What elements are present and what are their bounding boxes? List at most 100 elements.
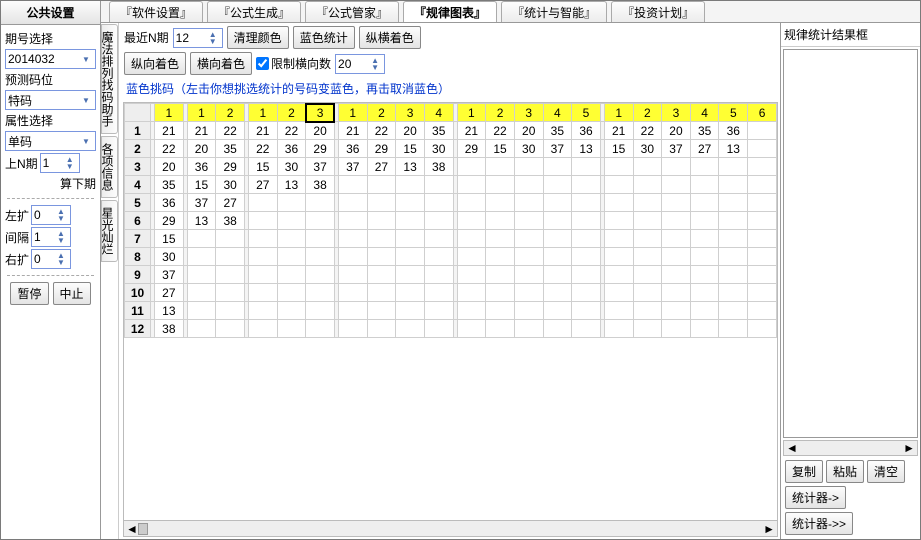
tab-invest-plan[interactable]: 『投资计划』 (611, 1, 705, 22)
grid-cell[interactable] (604, 284, 633, 302)
grid-cell[interactable] (396, 194, 425, 212)
grid-cell[interactable] (514, 230, 543, 248)
grid-cell[interactable] (719, 320, 748, 338)
h-color-button[interactable]: 横向着色 (190, 52, 252, 75)
stop-button[interactable]: 中止 (53, 282, 91, 305)
grid-cell[interactable]: 36 (572, 122, 601, 140)
grid-cell[interactable] (424, 212, 453, 230)
attr-select[interactable]: 单码 ▼ (5, 131, 96, 151)
grid-cell[interactable] (248, 302, 277, 320)
grid-cell[interactable] (604, 320, 633, 338)
predict-select[interactable]: 特码 ▼ (5, 90, 96, 110)
grid-cell[interactable] (338, 212, 367, 230)
scroll-left-icon[interactable]: ◄ (786, 441, 798, 455)
calc-right-button[interactable]: 统计器->> (785, 512, 853, 535)
grid-cell[interactable] (187, 284, 216, 302)
grid-cell[interactable] (187, 248, 216, 266)
grid-cell[interactable]: 22 (277, 122, 306, 140)
grid-header-cell[interactable]: 2 (486, 104, 515, 122)
grid-cell[interactable] (748, 284, 777, 302)
grid-cell[interactable] (543, 194, 572, 212)
grid-cell[interactable] (572, 194, 601, 212)
grid-cell[interactable] (690, 248, 719, 266)
grid-cell[interactable]: 22 (367, 122, 396, 140)
grid-cell[interactable] (277, 230, 306, 248)
grid-cell[interactable] (457, 248, 486, 266)
grid-cell[interactable] (748, 320, 777, 338)
grid-cell[interactable] (514, 320, 543, 338)
grid-cell[interactable] (367, 176, 396, 194)
grid-cell[interactable] (572, 266, 601, 284)
grid-cell[interactable] (338, 266, 367, 284)
gap-input[interactable]: 1 ▲▼ (31, 227, 71, 247)
grid-cell[interactable]: 30 (633, 140, 662, 158)
grid-cell[interactable] (719, 158, 748, 176)
grid-header-cell[interactable]: 5 (719, 104, 748, 122)
grid-cell[interactable]: 30 (216, 176, 245, 194)
grid-cell[interactable] (396, 212, 425, 230)
grid-rowhead[interactable]: 2 (125, 140, 151, 158)
right-ext-input[interactable]: 0 ▲▼ (31, 249, 71, 269)
grid-cell[interactable]: 15 (248, 158, 277, 176)
grid-header-cell[interactable]: 4 (424, 104, 453, 122)
grid-cell[interactable] (633, 320, 662, 338)
grid-rowhead[interactable]: 4 (125, 176, 151, 194)
grid-cell[interactable] (338, 320, 367, 338)
grid-cell[interactable] (248, 320, 277, 338)
grid-cell[interactable] (457, 194, 486, 212)
grid-cell[interactable]: 37 (543, 140, 572, 158)
grid-cell[interactable] (514, 194, 543, 212)
grid-cell[interactable] (514, 212, 543, 230)
grid-cell[interactable] (306, 248, 335, 266)
grid-cell[interactable] (396, 266, 425, 284)
grid-cell[interactable] (543, 284, 572, 302)
grid-cell[interactable] (662, 266, 691, 284)
grid-cell[interactable] (604, 230, 633, 248)
grid-cell[interactable] (662, 158, 691, 176)
result-textarea[interactable] (783, 49, 918, 438)
grid-cell[interactable]: 30 (424, 140, 453, 158)
grid-cell[interactable]: 21 (604, 122, 633, 140)
grid-cell[interactable] (748, 212, 777, 230)
grid-cell[interactable] (187, 302, 216, 320)
grid-cell[interactable] (514, 248, 543, 266)
grid-cell[interactable] (514, 302, 543, 320)
grid-cell[interactable] (187, 320, 216, 338)
grid-cell[interactable] (277, 212, 306, 230)
grid-cell[interactable] (486, 320, 515, 338)
grid-header-cell[interactable]: 3 (514, 104, 543, 122)
grid-cell[interactable] (396, 284, 425, 302)
grid-cell[interactable] (719, 302, 748, 320)
grid-cell[interactable] (306, 230, 335, 248)
grid-cell[interactable]: 29 (306, 140, 335, 158)
grid-rowhead[interactable]: 11 (125, 302, 151, 320)
grid-cell[interactable] (367, 266, 396, 284)
grid-cell[interactable] (662, 176, 691, 194)
tab-stats-ai[interactable]: 『统计与智能』 (501, 1, 607, 22)
grid-cell[interactable]: 36 (719, 122, 748, 140)
grid-header-cell[interactable]: 4 (543, 104, 572, 122)
grid-cell[interactable]: 36 (277, 140, 306, 158)
grid-cell[interactable] (604, 194, 633, 212)
grid-cell[interactable] (338, 248, 367, 266)
grid-cell[interactable] (633, 212, 662, 230)
grid-cell[interactable] (633, 302, 662, 320)
grid-header-cell[interactable]: 5 (572, 104, 601, 122)
grid-cell[interactable] (424, 176, 453, 194)
grid-header-cell[interactable]: 2 (633, 104, 662, 122)
grid-header-cell[interactable]: 1 (187, 104, 216, 122)
grid-cell[interactable] (543, 320, 572, 338)
grid-cell[interactable] (748, 194, 777, 212)
left-ext-input[interactable]: 0 ▲▼ (31, 205, 71, 225)
grid-cell[interactable] (306, 284, 335, 302)
grid-cell[interactable] (338, 302, 367, 320)
grid-cell[interactable] (719, 212, 748, 230)
grid-cell[interactable] (572, 302, 601, 320)
grid-cell[interactable]: 13 (187, 212, 216, 230)
grid-cell[interactable] (543, 302, 572, 320)
grid-cell[interactable]: 13 (572, 140, 601, 158)
grid-cell[interactable]: 21 (338, 122, 367, 140)
grid-cell[interactable] (306, 212, 335, 230)
grid-cell[interactable]: 36 (187, 158, 216, 176)
grid-cell[interactable] (604, 248, 633, 266)
